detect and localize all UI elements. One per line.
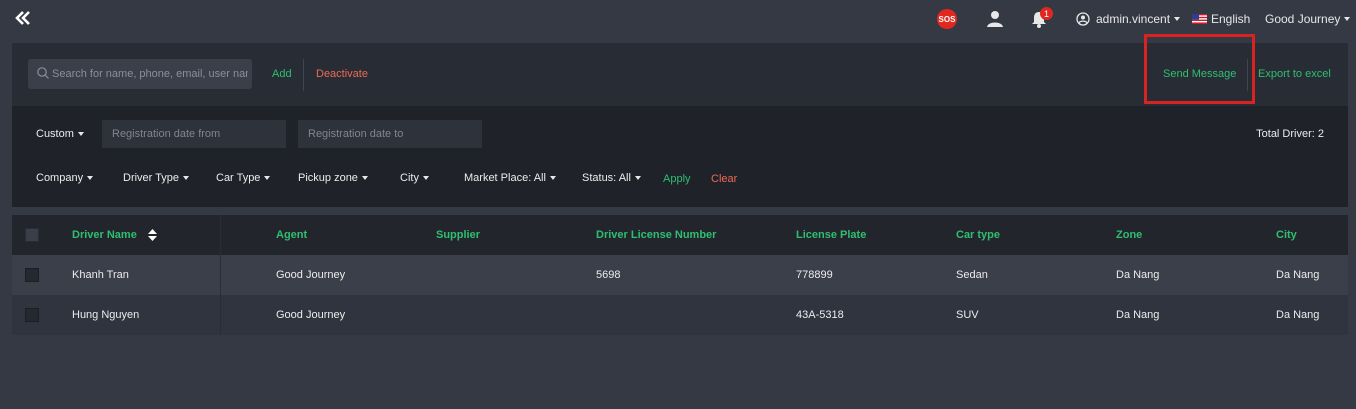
city-filter-dropdown[interactable]: City xyxy=(400,172,429,184)
sos-icon[interactable]: SOS xyxy=(937,9,957,29)
column-header-license-plate: License Plate xyxy=(796,229,867,241)
company-menu[interactable]: Good Journey xyxy=(1265,0,1351,38)
user-circle-icon xyxy=(1076,12,1090,26)
row-checkbox[interactable] xyxy=(25,268,39,282)
column-header-car-type: Car type xyxy=(956,229,1001,241)
row-checkbox[interactable] xyxy=(25,308,39,322)
actions-panel: Add Deactivate Send Message Export to ex… xyxy=(12,34,1348,106)
cell-zone: Da Nang xyxy=(1116,309,1160,321)
column-header-agent: Agent xyxy=(276,229,308,241)
search-input[interactable] xyxy=(52,59,248,89)
cell-license-number: 5698 xyxy=(596,269,621,281)
column-header-city: City xyxy=(1276,229,1297,241)
column-header-driver-name[interactable]: Driver Name xyxy=(72,215,157,255)
chevron-down-icon xyxy=(1344,17,1351,21)
market-place-filter-dropdown[interactable]: Market Place: All xyxy=(464,172,556,184)
cell-driver-name: Khanh Tran xyxy=(72,269,129,281)
divider xyxy=(303,59,304,91)
cell-car-type: Sedan xyxy=(956,269,988,281)
car-type-filter-dropdown[interactable]: Car Type xyxy=(216,172,271,184)
cell-agent: Good Journey xyxy=(276,269,346,281)
driver-icon[interactable] xyxy=(986,0,1004,38)
driver-type-filter-dropdown[interactable]: Driver Type xyxy=(123,172,190,184)
cell-license-plate: 43A-5318 xyxy=(796,309,844,321)
select-all-checkbox[interactable] xyxy=(25,228,39,242)
cell-agent: Good Journey xyxy=(276,309,346,321)
top-bar: SOS 1 admin.vincent English Good Journey xyxy=(0,0,1356,38)
add-button[interactable]: Add xyxy=(272,68,292,80)
registration-date-to-input[interactable] xyxy=(298,120,482,148)
column-header-zone: Zone xyxy=(1116,229,1143,241)
status-filter-dropdown[interactable]: Status: All xyxy=(582,172,641,184)
clear-button[interactable]: Clear xyxy=(711,173,737,185)
user-menu[interactable]: admin.vincent xyxy=(1076,0,1181,38)
company-label: Good Journey xyxy=(1265,12,1341,26)
registration-date-from-input[interactable] xyxy=(102,120,286,148)
cell-car-type: SUV xyxy=(956,309,979,321)
deactivate-button[interactable]: Deactivate xyxy=(316,68,368,80)
search-box[interactable] xyxy=(28,59,252,89)
user-name: admin.vincent xyxy=(1096,12,1171,26)
language-selector[interactable]: English xyxy=(1192,0,1250,38)
column-divider xyxy=(220,215,221,335)
language-label: English xyxy=(1211,12,1251,26)
total-driver-count: Total Driver: 2 xyxy=(1256,128,1324,140)
table-row[interactable]: Hung Nguyen Good Journey 43A-5318 SUV Da… xyxy=(12,295,1348,335)
column-header-supplier: Supplier xyxy=(436,229,481,241)
notification-badge: 1 xyxy=(1040,7,1053,20)
sort-icon[interactable] xyxy=(147,229,157,242)
drivers-table: Driver Name Agent Supplier Driver Licens… xyxy=(12,215,1348,335)
export-excel-button[interactable]: Export to excel xyxy=(1258,68,1331,80)
cell-driver-name: Hung Nguyen xyxy=(72,309,140,321)
pickup-zone-filter-dropdown[interactable]: Pickup zone xyxy=(298,172,368,184)
cell-license-plate: 778899 xyxy=(796,269,833,281)
cell-city: Da Nang xyxy=(1276,269,1320,281)
apply-button[interactable]: Apply xyxy=(663,173,691,185)
cell-city: Da Nang xyxy=(1276,309,1320,321)
search-icon xyxy=(37,67,49,79)
custom-dropdown[interactable]: Custom xyxy=(36,128,84,140)
table-header: Driver Name Agent Supplier Driver Licens… xyxy=(12,215,1348,255)
table-row[interactable]: Khanh Tran Good Journey 5698 778899 Seda… xyxy=(12,255,1348,295)
chevron-down-icon xyxy=(1174,17,1181,21)
highlight-box xyxy=(1144,34,1255,104)
collapse-sidebar-icon[interactable] xyxy=(14,10,34,28)
column-header-license-number: Driver License Number xyxy=(596,229,717,241)
cell-zone: Da Nang xyxy=(1116,269,1160,281)
company-filter-dropdown[interactable]: Company xyxy=(36,172,94,184)
filters-panel: Custom Total Driver: 2 Company Driver Ty… xyxy=(12,106,1348,207)
us-flag-icon xyxy=(1192,14,1207,24)
